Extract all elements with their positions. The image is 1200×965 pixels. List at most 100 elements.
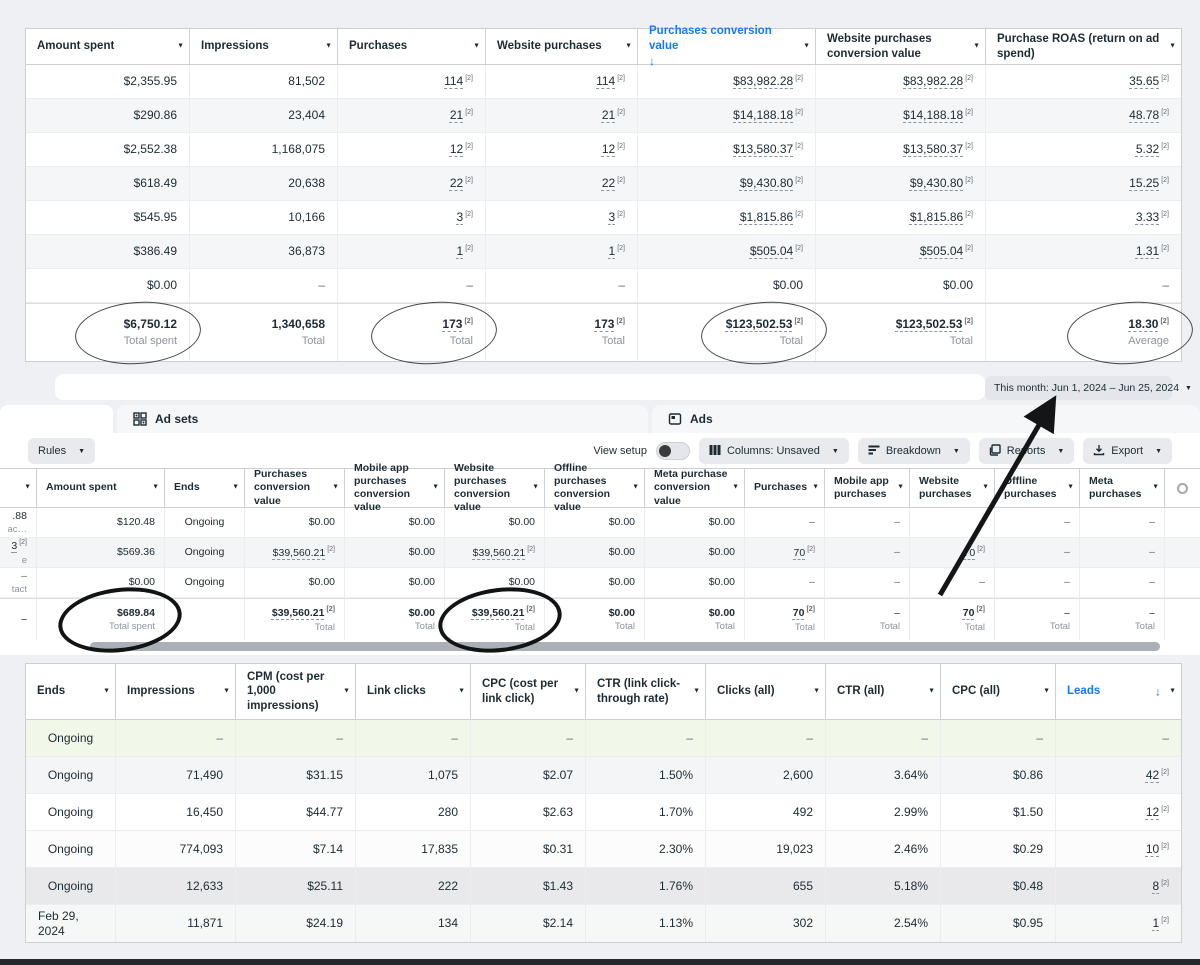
tab-campaigns-partial[interactable] bbox=[0, 405, 113, 433]
metric-link[interactable]: 3 bbox=[457, 210, 464, 224]
metric-link[interactable]: $123,502.53 bbox=[726, 317, 793, 331]
horizontal-scrollbar[interactable] bbox=[25, 642, 1175, 651]
column-header-link-clicks[interactable]: Link clicks▼ bbox=[356, 664, 471, 719]
column-menu-caret-icon[interactable]: ▼ bbox=[24, 484, 31, 493]
column-menu-caret-icon[interactable]: ▼ bbox=[1067, 484, 1074, 493]
columns-button[interactable]: Columns: Unsaved ▼ bbox=[699, 438, 849, 464]
metric-link[interactable]: 114 bbox=[444, 74, 463, 88]
column-header-impressions[interactable]: Impressions▼ bbox=[116, 664, 236, 719]
column-header-website-purchases-conversion-value[interactable]: Website purchases conversion value▼ bbox=[445, 469, 545, 507]
column-header-impressions[interactable]: Impressions▼ bbox=[190, 29, 338, 64]
column-menu-caret-icon[interactable]: ▼ bbox=[1152, 484, 1159, 493]
metric-link[interactable]: $83,982.28 bbox=[903, 74, 963, 88]
column-menu-caret-icon[interactable]: ▼ bbox=[332, 484, 339, 493]
metric-link[interactable]: 173 bbox=[594, 317, 614, 331]
metric-link[interactable]: $123,502.53 bbox=[896, 317, 963, 331]
column-menu-caret-icon[interactable]: ▼ bbox=[1043, 687, 1050, 696]
date-range-button[interactable]: This month: Jun 1, 2024 – Jun 25, 2024 ▼ bbox=[985, 376, 1172, 400]
table-row[interactable]: $386.4936,8731[2]1[2]$505.04[2]$505.04[2… bbox=[26, 235, 1181, 269]
column-header-website-purchases-conversion-value[interactable]: Website purchases conversion value▼ bbox=[816, 29, 986, 64]
column-menu-caret-icon[interactable]: ▼ bbox=[232, 484, 239, 493]
metric-link[interactable]: 48.78 bbox=[1129, 108, 1159, 122]
column-menu-caret-icon[interactable]: ▼ bbox=[177, 42, 184, 51]
column-header-blank[interactable] bbox=[1165, 469, 1200, 507]
table-row[interactable]: $545.9510,1663[2]3[2]$1,815.86[2]$1,815.… bbox=[26, 201, 1181, 235]
column-menu-caret-icon[interactable]: ▼ bbox=[223, 687, 230, 696]
column-menu-caret-icon[interactable]: ▼ bbox=[325, 42, 332, 51]
metric-link[interactable]: $9,430.80 bbox=[740, 176, 793, 190]
column-menu-caret-icon[interactable]: ▼ bbox=[632, 484, 639, 493]
column-header-meta-purchases[interactable]: Meta purchases▼ bbox=[1080, 469, 1165, 507]
table-row[interactable]: $290.8623,40421[2]21[2]$14,188.18[2]$14,… bbox=[26, 99, 1181, 133]
table-row[interactable]: Ongoing71,490$31.151,075$2.071.50%2,6003… bbox=[26, 757, 1181, 794]
metric-link[interactable]: $39,560.21 bbox=[273, 547, 326, 559]
column-header-mobile-app-purchases-conversion-value[interactable]: Mobile app purchases conversion value▼ bbox=[345, 469, 445, 507]
column-header-website-purchases[interactable]: Website purchases▼ bbox=[910, 469, 995, 507]
table-row[interactable]: Feb 29, 202411,871$24.19134$2.141.13%302… bbox=[26, 905, 1181, 942]
column-menu-caret-icon[interactable]: ▼ bbox=[432, 484, 439, 493]
column-header-purchases[interactable]: Purchases▼ bbox=[745, 469, 825, 507]
column-menu-caret-icon[interactable]: ▼ bbox=[973, 42, 980, 51]
column-menu-caret-icon[interactable]: ▼ bbox=[928, 687, 935, 696]
reports-button[interactable]: Reports ▼ bbox=[979, 438, 1074, 464]
metric-link[interactable]: $39,560.21 bbox=[272, 607, 325, 619]
table-row[interactable]: Ongoing774,093$7.1417,835$0.312.30%19,02… bbox=[26, 831, 1181, 868]
metric-link[interactable]: $13,580.37 bbox=[903, 142, 963, 156]
column-menu-caret-icon[interactable]: ▼ bbox=[103, 687, 110, 696]
view-setup-toggle[interactable] bbox=[656, 442, 690, 460]
metric-link[interactable]: $14,188.18 bbox=[733, 108, 793, 122]
metric-link[interactable]: $13,580.37 bbox=[733, 142, 793, 156]
column-header-cpc-all[interactable]: CPC (all)▼ bbox=[941, 664, 1056, 719]
column-header-purchases-conversion-value[interactable]: Purchases conversion value↓▼ bbox=[638, 29, 816, 64]
metric-link[interactable]: 1 bbox=[609, 244, 616, 258]
column-menu-caret-icon[interactable]: ▼ bbox=[343, 687, 350, 696]
metric-link[interactable]: 1 bbox=[457, 244, 464, 258]
column-header-ctr-all[interactable]: CTR (all)▼ bbox=[826, 664, 941, 719]
metric-link[interactable]: 21 bbox=[602, 108, 615, 122]
table-row[interactable]: $0.00–––$0.00$0.00– bbox=[26, 269, 1181, 303]
metric-link[interactable]: 12 bbox=[1146, 805, 1159, 819]
metric-link[interactable]: $83,982.28 bbox=[733, 74, 793, 88]
search-filter-bar[interactable] bbox=[55, 374, 985, 400]
metric-link[interactable]: $14,188.18 bbox=[903, 108, 963, 122]
metric-link[interactable]: $505.04 bbox=[750, 244, 793, 258]
table-row[interactable]: .88ac…$120.48Ongoing$0.00$0.00$0.00$0.00… bbox=[0, 508, 1200, 538]
column-header-amount-spent[interactable]: Amount spent▼ bbox=[37, 469, 165, 507]
metric-link[interactable]: 70 bbox=[794, 547, 806, 559]
column-menu-caret-icon[interactable]: ▼ bbox=[897, 484, 904, 493]
breakdown-button[interactable]: Breakdown ▼ bbox=[858, 438, 970, 464]
column-header-purchases-conversion-value[interactable]: Purchases conversion value▼ bbox=[245, 469, 345, 507]
metric-link[interactable]: 1.31 bbox=[1136, 244, 1159, 258]
column-header-leads[interactable]: Leads↓▼ bbox=[1056, 664, 1181, 719]
column-menu-caret-icon[interactable]: ▼ bbox=[732, 484, 739, 493]
column-header-cpc-cost-per-link-click[interactable]: CPC (cost per link click)▼ bbox=[471, 664, 586, 719]
metric-link[interactable]: 1 bbox=[1153, 916, 1160, 930]
metric-link[interactable]: 114 bbox=[596, 74, 615, 88]
metric-link[interactable]: 70 bbox=[793, 607, 805, 619]
metric-link[interactable]: 12 bbox=[602, 142, 615, 156]
table-row[interactable]: Ongoing12,633$25.11222$1.431.76%6555.18%… bbox=[26, 868, 1181, 905]
column-header-cpm-cost-per-1-000-impressions[interactable]: CPM (cost per 1,000 impressions)▼ bbox=[236, 664, 356, 719]
column-header-website-purchases[interactable]: Website purchases▼ bbox=[486, 29, 638, 64]
column-menu-caret-icon[interactable]: ▼ bbox=[813, 687, 820, 696]
tab-ad-sets[interactable]: Ad sets bbox=[117, 405, 648, 433]
column-header-ends[interactable]: Ends▼ bbox=[165, 469, 245, 507]
metric-link[interactable]: 5.32 bbox=[1136, 142, 1159, 156]
table-row[interactable]: Ongoing––––––––– bbox=[26, 720, 1181, 757]
table-row[interactable]: 3[2]e$569.36Ongoing$39,560.21[2]$0.00$39… bbox=[0, 538, 1200, 568]
column-menu-caret-icon[interactable]: ▼ bbox=[693, 687, 700, 696]
column-menu-caret-icon[interactable]: ▼ bbox=[532, 484, 539, 493]
metric-link[interactable]: 8 bbox=[1153, 879, 1160, 893]
column-menu-caret-icon[interactable]: ▼ bbox=[982, 484, 989, 493]
table-row[interactable]: $618.4920,63822[2]22[2]$9,430.80[2]$9,43… bbox=[26, 167, 1181, 201]
metric-link[interactable]: 18.30 bbox=[1128, 317, 1158, 331]
column-header-clicks-all[interactable]: Clicks (all)▼ bbox=[706, 664, 826, 719]
scrollbar-thumb[interactable] bbox=[90, 642, 1160, 651]
metric-link[interactable]: 22 bbox=[602, 176, 615, 190]
metric-link[interactable]: 10 bbox=[1146, 842, 1159, 856]
column-header-ends[interactable]: Ends▼ bbox=[26, 664, 116, 719]
column-menu-caret-icon[interactable]: ▼ bbox=[1169, 42, 1176, 51]
column-header-amount-spent[interactable]: Amount spent▼ bbox=[26, 29, 190, 64]
table-row[interactable]: $2,355.9581,502114[2]114[2]$83,982.28[2]… bbox=[26, 65, 1181, 99]
metric-link[interactable]: 42 bbox=[1146, 768, 1159, 782]
